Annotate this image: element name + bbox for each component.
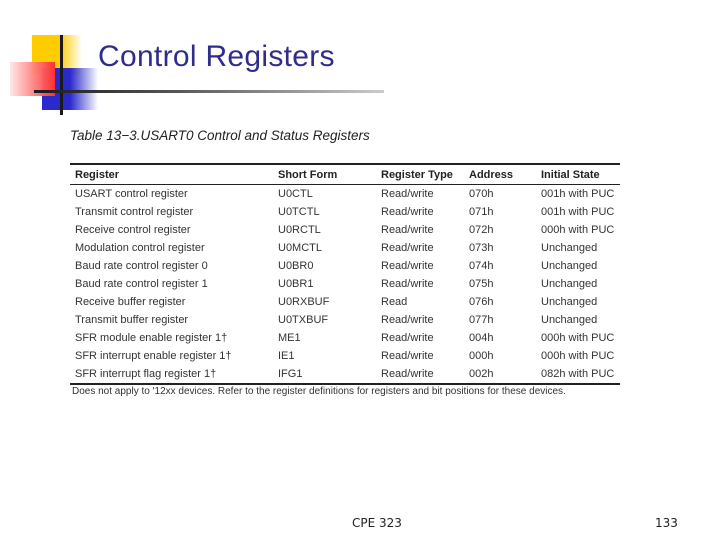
cell-short-form: U0TCTL: [278, 206, 320, 218]
title-underline: [34, 90, 384, 93]
cell-register: Transmit control register: [75, 206, 194, 218]
table-row: Transmit control register U0TCTL Read/writ…: [70, 203, 620, 221]
cell-register-type: Read/write: [381, 206, 434, 218]
table-row: Receive control register U0RCTL Read/write…: [70, 221, 620, 239]
cell-register: Baud rate control register 1: [75, 278, 208, 290]
cell-address: 070h: [469, 188, 494, 200]
cell-register-type: Read/write: [381, 242, 434, 254]
cell-address: 073h: [469, 242, 494, 254]
cell-register: Transmit buffer register: [75, 314, 189, 326]
cell-address: 002h: [469, 368, 494, 380]
cell-register-type: Read/write: [381, 314, 434, 326]
cell-address: 075h: [469, 278, 494, 290]
cell-register: Modulation control register: [75, 242, 205, 254]
table-row: SFR interrupt enable register 1† IE1 Read/…: [70, 347, 620, 365]
cell-short-form: U0BR1: [278, 278, 314, 290]
cell-register: Receive buffer register: [75, 296, 186, 308]
cell-short-form: ME1: [278, 332, 301, 344]
vertical-line-decoration: [60, 35, 63, 115]
cell-short-form: U0CTL: [278, 188, 313, 200]
cell-initial-state: 000h with PUC: [541, 224, 615, 236]
cell-short-form: U0RCTL: [278, 224, 321, 236]
cell-register: USART control register: [75, 188, 188, 200]
slide-decoration: [0, 0, 100, 115]
table-row: USART control register U0CTL Read/write 070…: [70, 185, 620, 204]
cell-register-type: Read/write: [381, 350, 434, 362]
cell-initial-state: Unchanged: [541, 314, 598, 326]
register-table: Register Short Form Register Type Addres…: [70, 163, 620, 385]
cell-register: Receive control register: [75, 224, 191, 236]
cell-address: 072h: [469, 224, 494, 236]
cell-address: 076h: [469, 296, 494, 308]
table-row: Modulation control register U0MCTL Read/wr…: [70, 239, 620, 257]
cell-initial-state: Unchanged: [541, 296, 598, 308]
cell-initial-state: Unchanged: [541, 260, 598, 272]
table-row: SFR interrupt flag register 1† IFG1 Read/w…: [70, 365, 620, 384]
cell-address: 000h: [469, 350, 494, 362]
cell-short-form: U0BR0: [278, 260, 314, 272]
cell-initial-state: Unchanged: [541, 242, 598, 254]
column-header-address: Address: [469, 169, 514, 181]
cell-register: SFR module enable register 1†: [75, 332, 228, 344]
table-row: Baud rate control register 0 U0BR0 Read/wr…: [70, 257, 620, 275]
cell-short-form: U0RXBUF: [278, 296, 330, 308]
cell-address: 071h: [469, 206, 494, 218]
table-body: USART control register U0CTL Read/write 070…: [70, 185, 620, 384]
table-row: Baud rate control register 1 U0BR1 Read/wr…: [70, 275, 620, 293]
page-number: 133: [655, 516, 678, 530]
cell-register: SFR interrupt flag register 1†: [75, 368, 217, 380]
cell-address: 074h: [469, 260, 494, 272]
column-header-short-form: Short Form: [278, 169, 338, 181]
column-header-initial-state: Initial State: [541, 169, 600, 181]
cell-register: Baud rate control register 0: [75, 260, 208, 272]
cell-short-form: U0TXBUF: [278, 314, 329, 326]
cell-address: 077h: [469, 314, 494, 326]
cell-register-type: Read/write: [381, 332, 434, 344]
table-footnote: Does not apply to '12xx devices. Refer t…: [72, 386, 566, 397]
cell-register: SFR interrupt enable register 1†: [75, 350, 232, 362]
cell-initial-state: 000h with PUC: [541, 332, 615, 344]
slide-title: Control Registers: [98, 40, 335, 73]
table-row: SFR module enable register 1† ME1 Read/wri…: [70, 329, 620, 347]
footer-course: CPE 323: [352, 516, 402, 530]
table-row: Transmit buffer register U0TXBUF Read/writ…: [70, 311, 620, 329]
cell-initial-state: 082h with PUC: [541, 368, 615, 380]
table-caption: Table 13−3.USART0 Control and Status Reg…: [70, 128, 370, 143]
cell-initial-state: 001h with PUC: [541, 206, 615, 218]
cell-initial-state: 000h with PUC: [541, 350, 615, 362]
cell-initial-state: 001h with PUC: [541, 188, 615, 200]
cell-short-form: IFG1: [278, 368, 303, 380]
cell-register-type: Read/write: [381, 188, 434, 200]
cell-short-form: U0MCTL: [278, 242, 323, 254]
column-header-register-type: Register Type: [381, 169, 453, 181]
cell-register-type: Read: [381, 296, 408, 308]
cell-initial-state: Unchanged: [541, 278, 598, 290]
cell-register-type: Read/write: [381, 260, 434, 272]
table-row: Receive buffer register U0RXBUF Read 076h Un…: [70, 293, 620, 311]
cell-register-type: Read/write: [381, 224, 434, 236]
cell-address: 004h: [469, 332, 494, 344]
cell-register-type: Read/write: [381, 278, 434, 290]
cell-register-type: Read/write: [381, 368, 434, 380]
table-header-row: Register Short Form Register Type Addres…: [70, 164, 620, 185]
column-header-register: Register: [75, 169, 120, 181]
cell-short-form: IE1: [278, 350, 295, 362]
